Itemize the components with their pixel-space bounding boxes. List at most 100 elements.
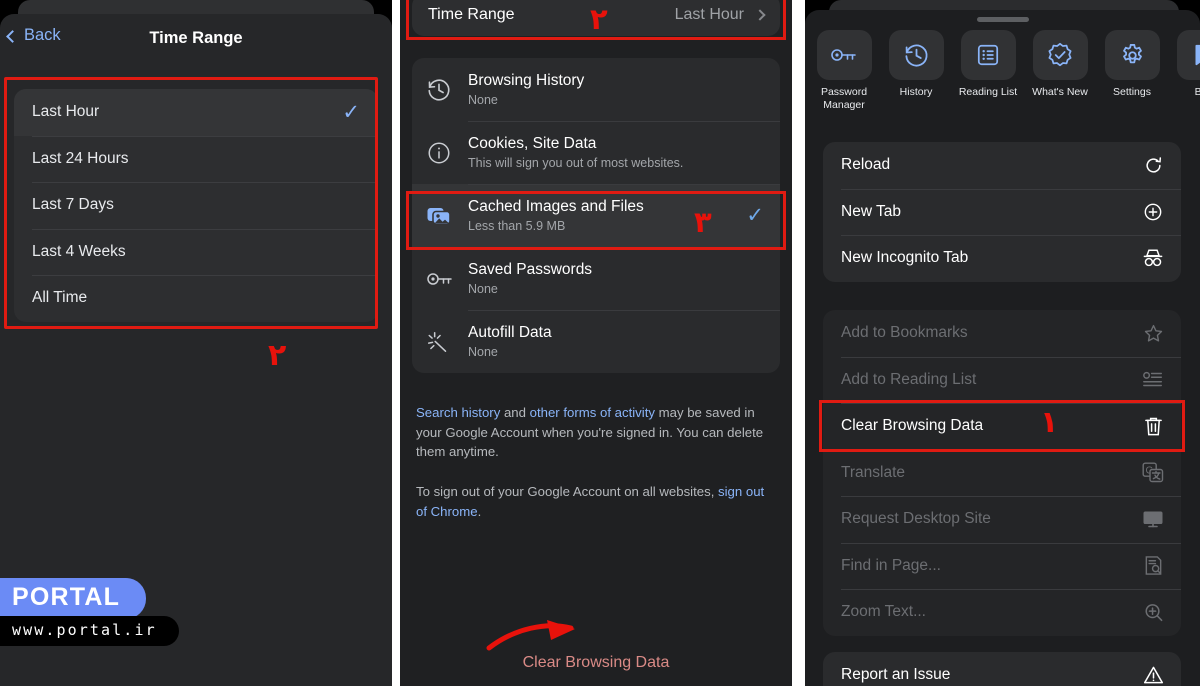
time-range-value: Last Hour	[675, 6, 744, 24]
history-clock-icon	[426, 77, 468, 103]
menu-group-feedback: Report an Issue	[823, 652, 1181, 686]
panel-divider-2	[792, 0, 805, 686]
time-range-option-last-hour[interactable]: Last Hour ✓	[14, 89, 378, 136]
warning-triangle-icon	[1141, 665, 1165, 685]
data-type-title: Cookies, Site Data	[468, 134, 764, 153]
menu-group-tabs: Reload New Tab New Incognito Tab	[823, 142, 1181, 282]
time-range-option-all-time[interactable]: All Time	[14, 275, 378, 322]
data-type-title: Browsing History	[468, 71, 764, 90]
find-in-page-icon	[1141, 555, 1165, 576]
shortcut-password-manager[interactable]: Password Manager	[813, 30, 875, 112]
menu-item-add-to-bookmarks[interactable]: Add to Bookmarks	[823, 310, 1181, 357]
paragraph-mid-text: and	[500, 405, 529, 420]
menu-item-clear-browsing-data[interactable]: Clear Browsing Data	[823, 403, 1181, 450]
menu-item-find-in-page[interactable]: Find in Page...	[823, 543, 1181, 590]
annotation-number-3: ۳	[694, 205, 712, 239]
cached-images-icon	[426, 203, 468, 229]
time-range-option-last-24-hours[interactable]: Last 24 Hours	[14, 136, 378, 183]
icon-tile	[889, 30, 944, 80]
signout-pre-text: To sign out of your Google Account on al…	[416, 484, 718, 499]
time-range-option-last-7-days[interactable]: Last 7 Days	[14, 182, 378, 229]
menu-item-label: New Tab	[841, 203, 1141, 221]
menu-item-label: Zoom Text...	[841, 603, 1141, 621]
data-type-subtitle: None	[468, 92, 764, 109]
data-type-text-block: Browsing History None	[468, 71, 764, 109]
menu-item-reload[interactable]: Reload	[823, 142, 1181, 189]
menu-item-new-tab[interactable]: New Tab	[823, 189, 1181, 236]
translate-icon: G	[1141, 462, 1165, 483]
shortcut-label: Password Manager	[810, 86, 878, 112]
clear-browsing-data-panel: Time Range Last Hour Browsing History No…	[400, 0, 792, 686]
check-icon: ✓	[746, 205, 764, 226]
shortcut-reading-list[interactable]: Reading List	[957, 30, 1019, 112]
icon-tile	[1033, 30, 1088, 80]
menu-item-translate[interactable]: Translate G	[823, 450, 1181, 497]
data-type-title: Saved Passwords	[468, 260, 764, 279]
signout-post-text: .	[478, 504, 482, 519]
menu-item-new-incognito-tab[interactable]: New Incognito Tab	[823, 235, 1181, 282]
star-icon	[1141, 323, 1165, 344]
sheet-grabber-handle[interactable]	[977, 17, 1029, 22]
shortcut-label: History	[882, 86, 950, 99]
option-label: All Time	[32, 289, 360, 307]
watermark-url-text: www.portal.ir	[12, 621, 157, 639]
privacy-paragraph-1: Search history and other forms of activi…	[416, 403, 772, 462]
data-type-subtitle: This will sign you out of most websites.	[468, 155, 764, 172]
shortcut-history[interactable]: History	[885, 30, 947, 112]
option-label: Last 7 Days	[32, 196, 360, 214]
icon-tile	[961, 30, 1016, 80]
chevron-right-icon	[754, 9, 765, 20]
annotation-clear-browsing-data-label: Clear Browsing Data	[400, 654, 792, 672]
menu-item-label: New Incognito Tab	[841, 249, 1141, 267]
menu-item-report-an-issue[interactable]: Report an Issue	[823, 652, 1181, 686]
shortcut-label: Settings	[1098, 86, 1166, 99]
menu-group-page-actions: Add to Bookmarks Add to Reading List	[823, 310, 1181, 636]
shortcut-whats-new[interactable]: What's New	[1029, 30, 1091, 112]
data-type-autofill-data[interactable]: Autofill Data None	[412, 310, 780, 373]
shortcut-label: Boo	[1170, 86, 1200, 99]
data-type-title: Autofill Data	[468, 323, 764, 342]
data-type-browsing-history[interactable]: Browsing History None	[412, 58, 780, 121]
page-title: Time Range	[0, 29, 392, 48]
option-label: Last 24 Hours	[32, 150, 360, 168]
shortcut-icon-bar: Password Manager History	[813, 30, 1200, 112]
incognito-icon	[1141, 248, 1165, 268]
menu-item-label: Report an Issue	[841, 666, 1141, 684]
menu-item-request-desktop-site[interactable]: Request Desktop Site	[823, 496, 1181, 543]
shortcut-label: Reading List	[954, 86, 1022, 99]
icon-tile	[1105, 30, 1160, 80]
shortcut-label: What's New	[1026, 86, 1094, 99]
data-type-text-block: Cookies, Site Data This will sign you ou…	[468, 134, 764, 172]
menu-item-label: Clear Browsing Data	[841, 417, 1141, 435]
icon-tile	[1177, 30, 1200, 80]
menu-item-zoom-text[interactable]: Zoom Text...	[823, 589, 1181, 636]
menu-item-label: Add to Reading List	[841, 371, 1141, 389]
data-type-saved-passwords[interactable]: Saved Passwords None	[412, 247, 780, 310]
chrome-overflow-menu-panel: Password Manager History	[805, 0, 1200, 686]
annotation-number-1: ۱	[1040, 405, 1058, 440]
menu-item-label: Add to Bookmarks	[841, 324, 1141, 342]
other-forms-of-activity-link[interactable]: other forms of activity	[530, 405, 655, 420]
shortcut-settings[interactable]: Settings	[1101, 30, 1163, 112]
reload-icon	[1141, 156, 1165, 175]
info-circle-icon	[426, 140, 468, 166]
data-type-cached-images-and-files[interactable]: Cached Images and Files Less than 5.9 MB…	[412, 184, 780, 247]
menu-item-add-to-reading-list[interactable]: Add to Reading List	[823, 357, 1181, 404]
search-history-link[interactable]: Search history	[416, 405, 500, 420]
key-icon	[426, 268, 468, 290]
privacy-paragraph-2: To sign out of your Google Account on al…	[416, 482, 772, 521]
icon-tile	[817, 30, 872, 80]
option-label: Last Hour	[32, 103, 342, 121]
check-icon: ✓	[342, 102, 360, 123]
watermark-brand-text: PORTAL	[12, 583, 120, 611]
plus-circle-icon	[1141, 202, 1165, 222]
panel-divider-1	[392, 0, 400, 686]
shortcut-bookmarks[interactable]: Boo	[1173, 30, 1200, 112]
annotation-number-2: ۲	[268, 338, 286, 373]
time-range-option-last-4-weeks[interactable]: Last 4 Weeks	[14, 229, 378, 276]
data-type-text-block: Autofill Data None	[468, 323, 764, 361]
trash-icon	[1141, 416, 1165, 437]
data-type-cookies-site-data[interactable]: Cookies, Site Data This will sign you ou…	[412, 121, 780, 184]
menu-item-label: Translate	[841, 464, 1141, 482]
desktop-icon	[1141, 509, 1165, 529]
